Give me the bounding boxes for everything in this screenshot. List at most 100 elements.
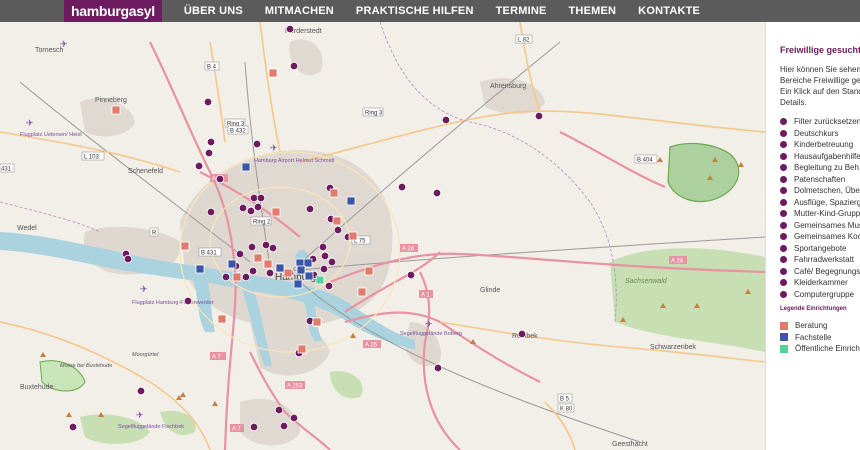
category-dot-icon xyxy=(780,221,787,229)
svg-text:A 253: A 253 xyxy=(287,384,303,390)
fachstelle-marker xyxy=(227,259,237,269)
filter-category[interactable]: Gemeinsames Mus xyxy=(780,220,860,232)
airport-icon: ✈ xyxy=(26,118,34,128)
beratung-marker xyxy=(283,268,293,278)
volunteer-marker xyxy=(517,329,527,339)
nav-mitmachen[interactable]: MITMACHEN xyxy=(265,5,334,17)
category-dot-icon xyxy=(780,233,787,241)
volunteer-marker xyxy=(235,249,245,259)
panel-title: Freiwillige gesucht xyxy=(780,45,860,55)
volunteer-marker xyxy=(249,193,259,203)
filter-category[interactable]: Hausaufgabenhilfe xyxy=(780,151,860,163)
legend-beratung[interactable]: Beratung xyxy=(780,320,860,332)
volunteer-marker xyxy=(253,202,263,212)
legend-oeffentliche[interactable]: Öffentliche Einrich xyxy=(780,343,860,355)
beratung-marker xyxy=(332,216,342,226)
beratung-marker xyxy=(297,344,307,354)
svg-text:Ring 3: Ring 3 xyxy=(365,111,383,117)
volunteer-marker xyxy=(215,174,225,184)
filter-category[interactable]: Patenschaften xyxy=(780,174,860,186)
volunteer-marker xyxy=(397,182,407,192)
svg-text:K 80: K 80 xyxy=(560,407,573,413)
filter-category[interactable]: Dolmetschen, Über xyxy=(780,185,860,197)
filter-category[interactable]: Sportangebote xyxy=(780,243,860,255)
oeffentliche-marker xyxy=(315,275,325,285)
road-shield: Ring 3 xyxy=(362,107,384,117)
airport-icon: ✈ xyxy=(136,410,144,420)
site-logo[interactable]: hamburgasyl xyxy=(64,0,162,22)
volunteer-marker xyxy=(305,204,315,214)
map-canvas[interactable]: Tornesch Norderstedt Pinneberg Ahrensbur… xyxy=(0,22,765,450)
filter-category[interactable]: Ausflüge, Spazierg xyxy=(780,197,860,209)
svg-text:Geesthacht: Geesthacht xyxy=(612,441,648,448)
road-shield: A 7 xyxy=(210,352,226,361)
road-shield: A 25 xyxy=(363,340,381,349)
volunteer-marker xyxy=(68,422,78,432)
filter-panel: Freiwillige gesucht Hier können Sie sehe… xyxy=(765,22,860,450)
volunteer-marker xyxy=(206,207,216,217)
svg-text:431: 431 xyxy=(1,167,12,173)
svg-text:Pinneberg: Pinneberg xyxy=(95,97,127,104)
oeffentliche-markers[interactable] xyxy=(315,275,325,285)
fachstelle-marker xyxy=(241,162,251,172)
volunteer-marker xyxy=(289,61,299,71)
nav-praktische-hilfen[interactable]: PRAKTISCHE HILFEN xyxy=(356,5,474,17)
volunteer-marker xyxy=(249,422,259,432)
category-dot-icon xyxy=(780,267,787,275)
nav-termine[interactable]: TERMINE xyxy=(496,5,547,17)
beratung-marker xyxy=(271,207,281,217)
filter-category[interactable]: Mutter-Kind-Grupp xyxy=(780,208,860,220)
nav-themen[interactable]: THEMEN xyxy=(569,5,617,17)
svg-text:Flugplatz Uetersen/ Heist: Flugplatz Uetersen/ Heist xyxy=(20,132,82,138)
volunteer-marker xyxy=(183,296,193,306)
volunteer-marker xyxy=(221,272,231,282)
svg-text:Schwarzenbek: Schwarzenbek xyxy=(650,344,696,351)
category-dot-icon xyxy=(780,129,787,137)
filter-category[interactable]: Deutschkurs xyxy=(780,128,860,140)
filter-category[interactable]: Kinderbetreuung xyxy=(780,139,860,151)
volunteer-marker xyxy=(248,266,258,276)
filter-category[interactable]: Computergruppe xyxy=(780,289,860,301)
road-shield: A 24 xyxy=(669,256,687,265)
road-shield: B 431 xyxy=(198,247,222,257)
road-shield: 431 xyxy=(0,163,15,173)
airport-icon: ✈ xyxy=(60,39,68,49)
volunteer-marker xyxy=(203,97,213,107)
category-dot-icon xyxy=(780,141,787,149)
svg-text:A 1: A 1 xyxy=(421,293,430,299)
fachstelle-marker xyxy=(293,279,303,289)
filter-category[interactable]: Kleiderkammer xyxy=(780,277,860,289)
volunteer-marker xyxy=(534,111,544,121)
category-dot-icon xyxy=(780,152,787,160)
svg-text:A 25: A 25 xyxy=(365,343,378,349)
nav-kontakte[interactable]: KONTAKTE xyxy=(638,5,700,17)
beratung-marker xyxy=(217,314,227,324)
filter-category[interactable]: Gemeinsames Koc xyxy=(780,231,860,243)
road-shield: B 432 xyxy=(227,125,249,135)
filter-reset[interactable]: Filter zurücksetzen xyxy=(780,116,860,128)
nav-ueber-uns[interactable]: ÜBER UNS xyxy=(184,5,243,17)
volunteer-marker xyxy=(246,206,256,216)
category-filter-list: Filter zurücksetzen Deutschkurs Kinderbe… xyxy=(780,116,860,300)
beratung-marker xyxy=(180,241,190,251)
svg-text:Hamburg Airport Helmut Schmidt: Hamburg Airport Helmut Schmidt xyxy=(254,158,335,164)
road-shield: L 103 xyxy=(81,151,105,161)
beratung-marker xyxy=(268,68,278,78)
filter-category[interactable]: Café/ Begegnungs xyxy=(780,266,860,278)
road-shield: A 24 xyxy=(400,244,418,253)
filter-category[interactable]: Begleitung zu Beh xyxy=(780,162,860,174)
volunteer-marker xyxy=(441,115,451,125)
category-dot-icon xyxy=(780,164,787,172)
fachstelle-marker xyxy=(304,271,314,281)
volunteer-marker xyxy=(279,421,289,431)
volunteer-marker xyxy=(320,251,330,261)
volunteer-marker xyxy=(318,242,328,252)
legend-fachstelle[interactable]: Fachstelle xyxy=(780,332,860,344)
filter-category[interactable]: Fahrradwerkstatt xyxy=(780,254,860,266)
airport-icon: ✈ xyxy=(140,284,148,294)
beratung-marker xyxy=(312,317,322,327)
svg-text:Glinde: Glinde xyxy=(480,287,500,294)
volunteer-marker xyxy=(433,363,443,373)
map-view[interactable]: Tornesch Norderstedt Pinneberg Ahrensbur… xyxy=(0,22,765,450)
road-shield: B 4 xyxy=(204,61,220,71)
